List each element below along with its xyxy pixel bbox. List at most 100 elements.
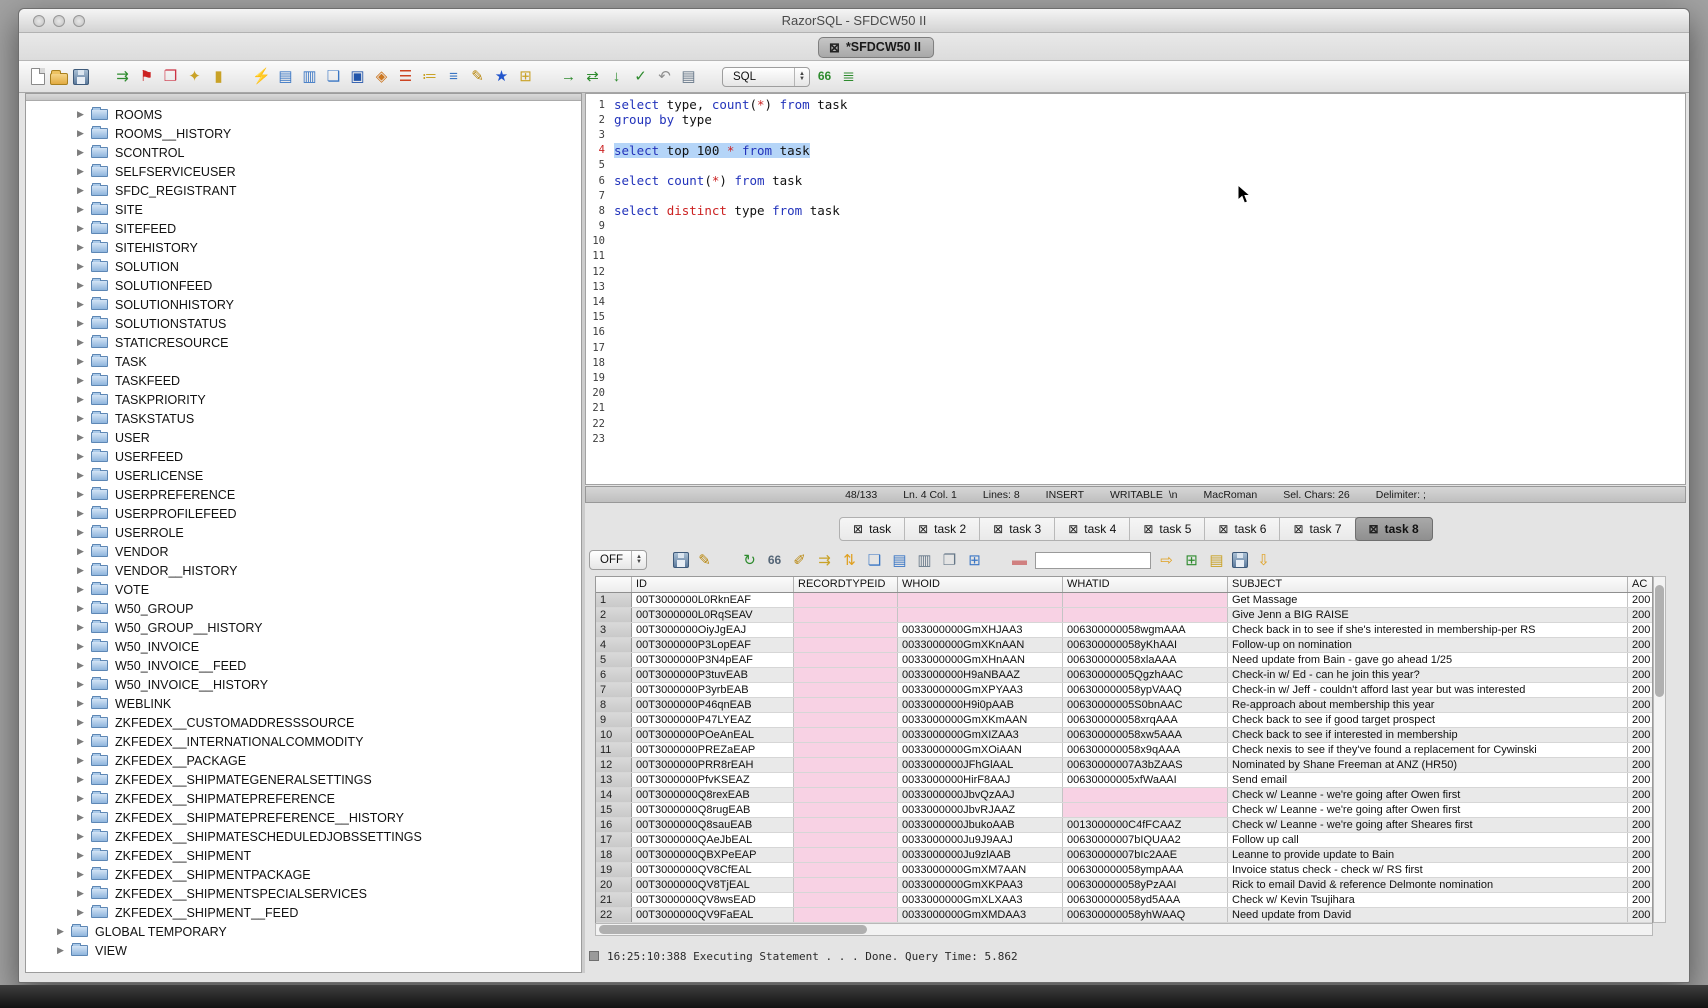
disclosure-triangle-icon[interactable]: ▶ <box>77 584 91 595</box>
disclosure-triangle-icon[interactable]: ▶ <box>57 945 71 956</box>
table-row[interactable]: 400T3000000P3LopEAF0033000000GmXKnAAN006… <box>596 638 1652 653</box>
disclosure-triangle-icon[interactable]: ▶ <box>77 318 91 329</box>
table-row[interactable]: 1600T3000000Q8sauEAB0033000000JbukoAAB00… <box>596 818 1652 833</box>
sidebar-item-rooms-history[interactable]: ▶ROOMS__HISTORY <box>26 124 581 143</box>
editor-line[interactable]: 18 <box>586 355 1685 370</box>
table-row[interactable]: 1400T3000000Q8rexEAB0033000000JbvQzAAJCh… <box>596 788 1652 803</box>
sidebar-item-w50-invoice-history[interactable]: ▶W50_INVOICE__HISTORY <box>26 675 581 694</box>
refresh-table-icon[interactable]: ❏ <box>865 551 884 570</box>
copy-results-icon[interactable]: ❐ <box>940 551 959 570</box>
describe-results-icon[interactable]: ▤ <box>890 551 909 570</box>
sidebar-item-sitefeed[interactable]: ▶SITEFEED <box>26 219 581 238</box>
page-view-icon[interactable]: ▥ <box>915 551 934 570</box>
disclosure-triangle-icon[interactable]: ▶ <box>77 489 91 500</box>
disclosure-triangle-icon[interactable]: ▶ <box>77 641 91 652</box>
table-row[interactable]: 1700T3000000QAeJbEAL0033000000Ju9J9AAJ00… <box>596 833 1652 848</box>
sidebar-item-taskfeed[interactable]: ▶TASKFEED <box>26 371 581 390</box>
sidebar-item-solutionstatus[interactable]: ▶SOLUTIONSTATUS <box>26 314 581 333</box>
sidebar-item-zkfedex-shipment-feed[interactable]: ▶ZKFEDEX__SHIPMENT__FEED <box>26 903 581 922</box>
disclosure-triangle-icon[interactable]: ▶ <box>77 660 91 671</box>
table-row[interactable]: 100T3000000L0RknEAFGet Massage200 <box>596 593 1652 608</box>
tab-close-icon[interactable]: ⊠ <box>1293 523 1303 536</box>
disclosure-triangle-icon[interactable]: ▶ <box>77 679 91 690</box>
disclosure-triangle-icon[interactable]: ▶ <box>77 394 91 405</box>
editor-line[interactable]: 10 <box>586 234 1685 249</box>
sidebar-item-task[interactable]: ▶TASK <box>26 352 581 371</box>
disclosure-triangle-icon[interactable]: ▶ <box>77 470 91 481</box>
disclosure-triangle-icon[interactable]: ▶ <box>77 622 91 633</box>
disclosure-triangle-icon[interactable]: ▶ <box>77 451 91 462</box>
connect-db-icon[interactable]: ⇉ <box>113 67 132 86</box>
sidebar-item-zkfedex-shipmatescheduledjobssettings[interactable]: ▶ZKFEDEX__SHIPMATESCHEDULEDJOBSSETTINGS <box>26 827 581 846</box>
horizontal-scrollbar-thumb[interactable] <box>599 925 867 934</box>
sidebar-item-vote[interactable]: ▶VOTE <box>26 580 581 599</box>
disclosure-triangle-icon[interactable]: ▶ <box>77 907 91 918</box>
tab-close-icon[interactable]: ⊠ <box>1068 523 1078 536</box>
sidebar-item-taskpriority[interactable]: ▶TASKPRIORITY <box>26 390 581 409</box>
pull-down-icon[interactable]: ↓ <box>607 67 626 86</box>
tab-close-icon[interactable]: ⊠ <box>1218 523 1228 536</box>
table-row[interactable]: 800T3000000P46qnEAB0033000000H9i0pAAB006… <box>596 698 1652 713</box>
results-tab-task-4[interactable]: ⊠task 4 <box>1055 518 1130 540</box>
sidebar-item-global-temporary[interactable]: ▶GLOBAL TEMPORARY <box>26 922 581 941</box>
results-tab-task-2[interactable]: ⊠task 2 <box>905 518 980 540</box>
disclosure-triangle-icon[interactable]: ▶ <box>77 356 91 367</box>
sidebar-item-zkfedex-shipment[interactable]: ▶ZKFEDEX__SHIPMENT <box>26 846 581 865</box>
table-row[interactable]: 700T3000000P3yrbEAB0033000000GmXPYAA3006… <box>596 683 1652 698</box>
sidebar-item-staticresource[interactable]: ▶STATICRESOURCE <box>26 333 581 352</box>
disclosure-triangle-icon[interactable]: ▶ <box>77 812 91 823</box>
sidebar-top-scrollbar[interactable] <box>26 94 581 101</box>
disclosure-triangle-icon[interactable]: ▶ <box>77 185 91 196</box>
find-next-icon[interactable]: ⇨ <box>1157 551 1176 570</box>
history-list-icon[interactable]: ☰ <box>396 67 415 86</box>
go-forward-icon[interactable]: → <box>559 67 578 86</box>
sidebar-item-sfdc-registrant[interactable]: ▶SFDC_REGISTRANT <box>26 181 581 200</box>
disclosure-triangle-icon[interactable]: ▶ <box>77 337 91 348</box>
sidebar-item-vendor-history[interactable]: ▶VENDOR__HISTORY <box>26 561 581 580</box>
editor-line[interactable]: 20 <box>586 386 1685 401</box>
table-favorite-icon[interactable]: ⊞ <box>516 67 535 86</box>
column-header-subject[interactable]: SUBJECT <box>1228 577 1628 592</box>
disclosure-triangle-icon[interactable]: ▶ <box>77 413 91 424</box>
sidebar-item-w50-group[interactable]: ▶W50_GROUP <box>26 599 581 618</box>
results-horizontal-scrollbar[interactable] <box>595 923 1653 936</box>
sql-mode-select[interactable]: SQL▲▼ <box>722 67 810 87</box>
editor-line[interactable]: 8select distinct type from task <box>586 203 1685 218</box>
disclosure-triangle-icon[interactable]: ▶ <box>77 299 91 310</box>
disclosure-triangle-icon[interactable]: ▶ <box>77 508 91 519</box>
disclosure-triangle-icon[interactable]: ▶ <box>77 242 91 253</box>
column-header-id[interactable]: ID <box>632 577 794 592</box>
sidebar-item-view[interactable]: ▶VIEW <box>26 941 581 960</box>
new-database-icon[interactable]: ✦ <box>185 67 204 86</box>
sidebar-item-zkfedex-shipmatepreference[interactable]: ▶ZKFEDEX__SHIPMATEPREFERENCE <box>26 789 581 808</box>
sidebar-item-vendor[interactable]: ▶VENDOR <box>26 542 581 561</box>
table-row[interactable]: 1500T3000000Q8rugEAB0033000000JbvRJAAZCh… <box>596 803 1652 818</box>
editor-line[interactable]: 3 <box>586 127 1685 142</box>
format-sql-icon[interactable]: ≡ <box>444 67 463 86</box>
table-row[interactable]: 900T3000000P47LYEAZ0033000000GmXKmAAN006… <box>596 713 1652 728</box>
results-vertical-scrollbar[interactable] <box>1653 576 1666 923</box>
editor-line[interactable]: 7 <box>586 188 1685 203</box>
tab-close-icon[interactable]: ⊠ <box>918 523 928 536</box>
editor-line[interactable]: 11 <box>586 249 1685 264</box>
results-tab-task-5[interactable]: ⊠task 5 <box>1130 518 1205 540</box>
editor-line[interactable]: 19 <box>586 370 1685 385</box>
column-header-whoid[interactable]: WHOID <box>898 577 1063 592</box>
sidebar-item-taskstatus[interactable]: ▶TASKSTATUS <box>26 409 581 428</box>
describe-table-icon[interactable]: ▤ <box>276 67 295 86</box>
save-file-icon[interactable] <box>73 69 89 85</box>
copy-table-icon[interactable]: ⊞ <box>965 551 984 570</box>
disclosure-triangle-icon[interactable]: ▶ <box>77 850 91 861</box>
sidebar-item-userprofilefeed[interactable]: ▶USERPROFILEFEED <box>26 504 581 523</box>
disclosure-triangle-icon[interactable]: ▶ <box>77 774 91 785</box>
sql-editor[interactable]: 1select type, count(*) from task2group b… <box>585 93 1686 485</box>
sidebar-item-zkfedex-shipmentspecialservices[interactable]: ▶ZKFEDEX__SHIPMENTSPECIALSERVICES <box>26 884 581 903</box>
disclosure-triangle-icon[interactable]: ▶ <box>77 736 91 747</box>
results-tab-task[interactable]: ⊠task <box>840 518 905 540</box>
table-row[interactable]: 1800T3000000QBXPeEAP0033000000Ju9zlAAB00… <box>596 848 1652 863</box>
disclosure-triangle-icon[interactable]: ▶ <box>77 831 91 842</box>
sidebar-item-user[interactable]: ▶USER <box>26 428 581 447</box>
clipboard-icon[interactable]: ▤ <box>679 67 698 86</box>
view-glasses-icon[interactable]: 66 <box>765 551 784 570</box>
refresh-objects-icon[interactable]: ❏ <box>324 67 343 86</box>
